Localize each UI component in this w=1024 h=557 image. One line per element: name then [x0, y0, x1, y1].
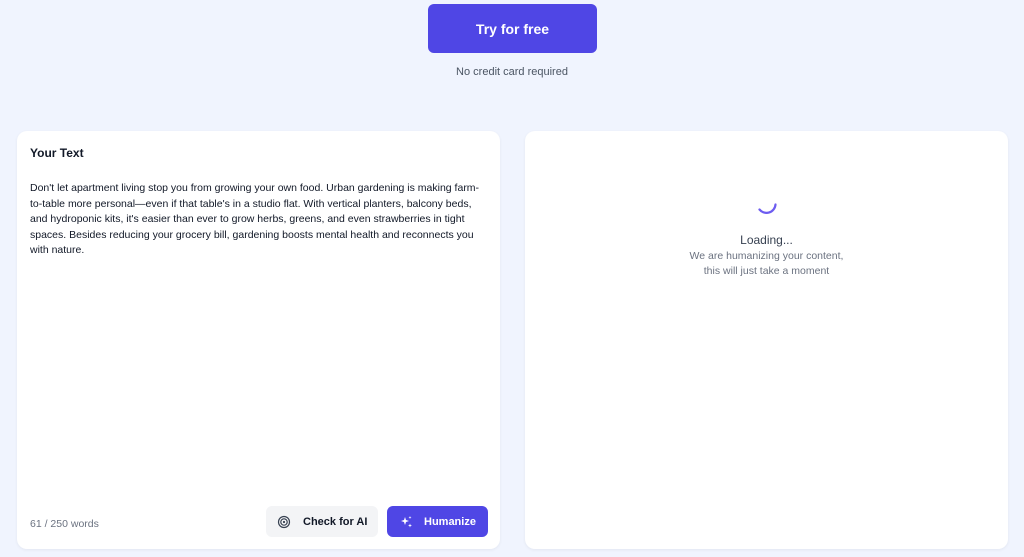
text-input-area[interactable]: Don't let apartment living stop you from…	[30, 181, 482, 259]
loading-spinner-icon	[755, 194, 779, 218]
input-card: Your Text Don't let apartment living sto…	[17, 131, 500, 549]
check-for-ai-label: Check for AI	[303, 515, 368, 528]
loading-message-line-1: We are humanizing your content,	[689, 250, 844, 262]
no-credit-card-note: No credit card required	[456, 66, 568, 78]
loading-title: Loading...	[740, 233, 793, 247]
check-for-ai-button[interactable]: Check for AI	[266, 506, 378, 537]
output-card: Loading... We are humanizing your conten…	[525, 131, 1008, 549]
word-count: 61 / 250 words	[30, 518, 99, 530]
target-icon	[277, 515, 291, 529]
sparkles-icon	[399, 515, 413, 529]
loading-message-line-2: this will just take a moment	[703, 265, 830, 277]
humanize-label: Humanize	[424, 515, 476, 528]
try-for-free-button[interactable]: Try for free	[428, 4, 597, 53]
card-title: Your Text	[30, 146, 84, 160]
humanize-button[interactable]: Humanize	[387, 506, 488, 537]
